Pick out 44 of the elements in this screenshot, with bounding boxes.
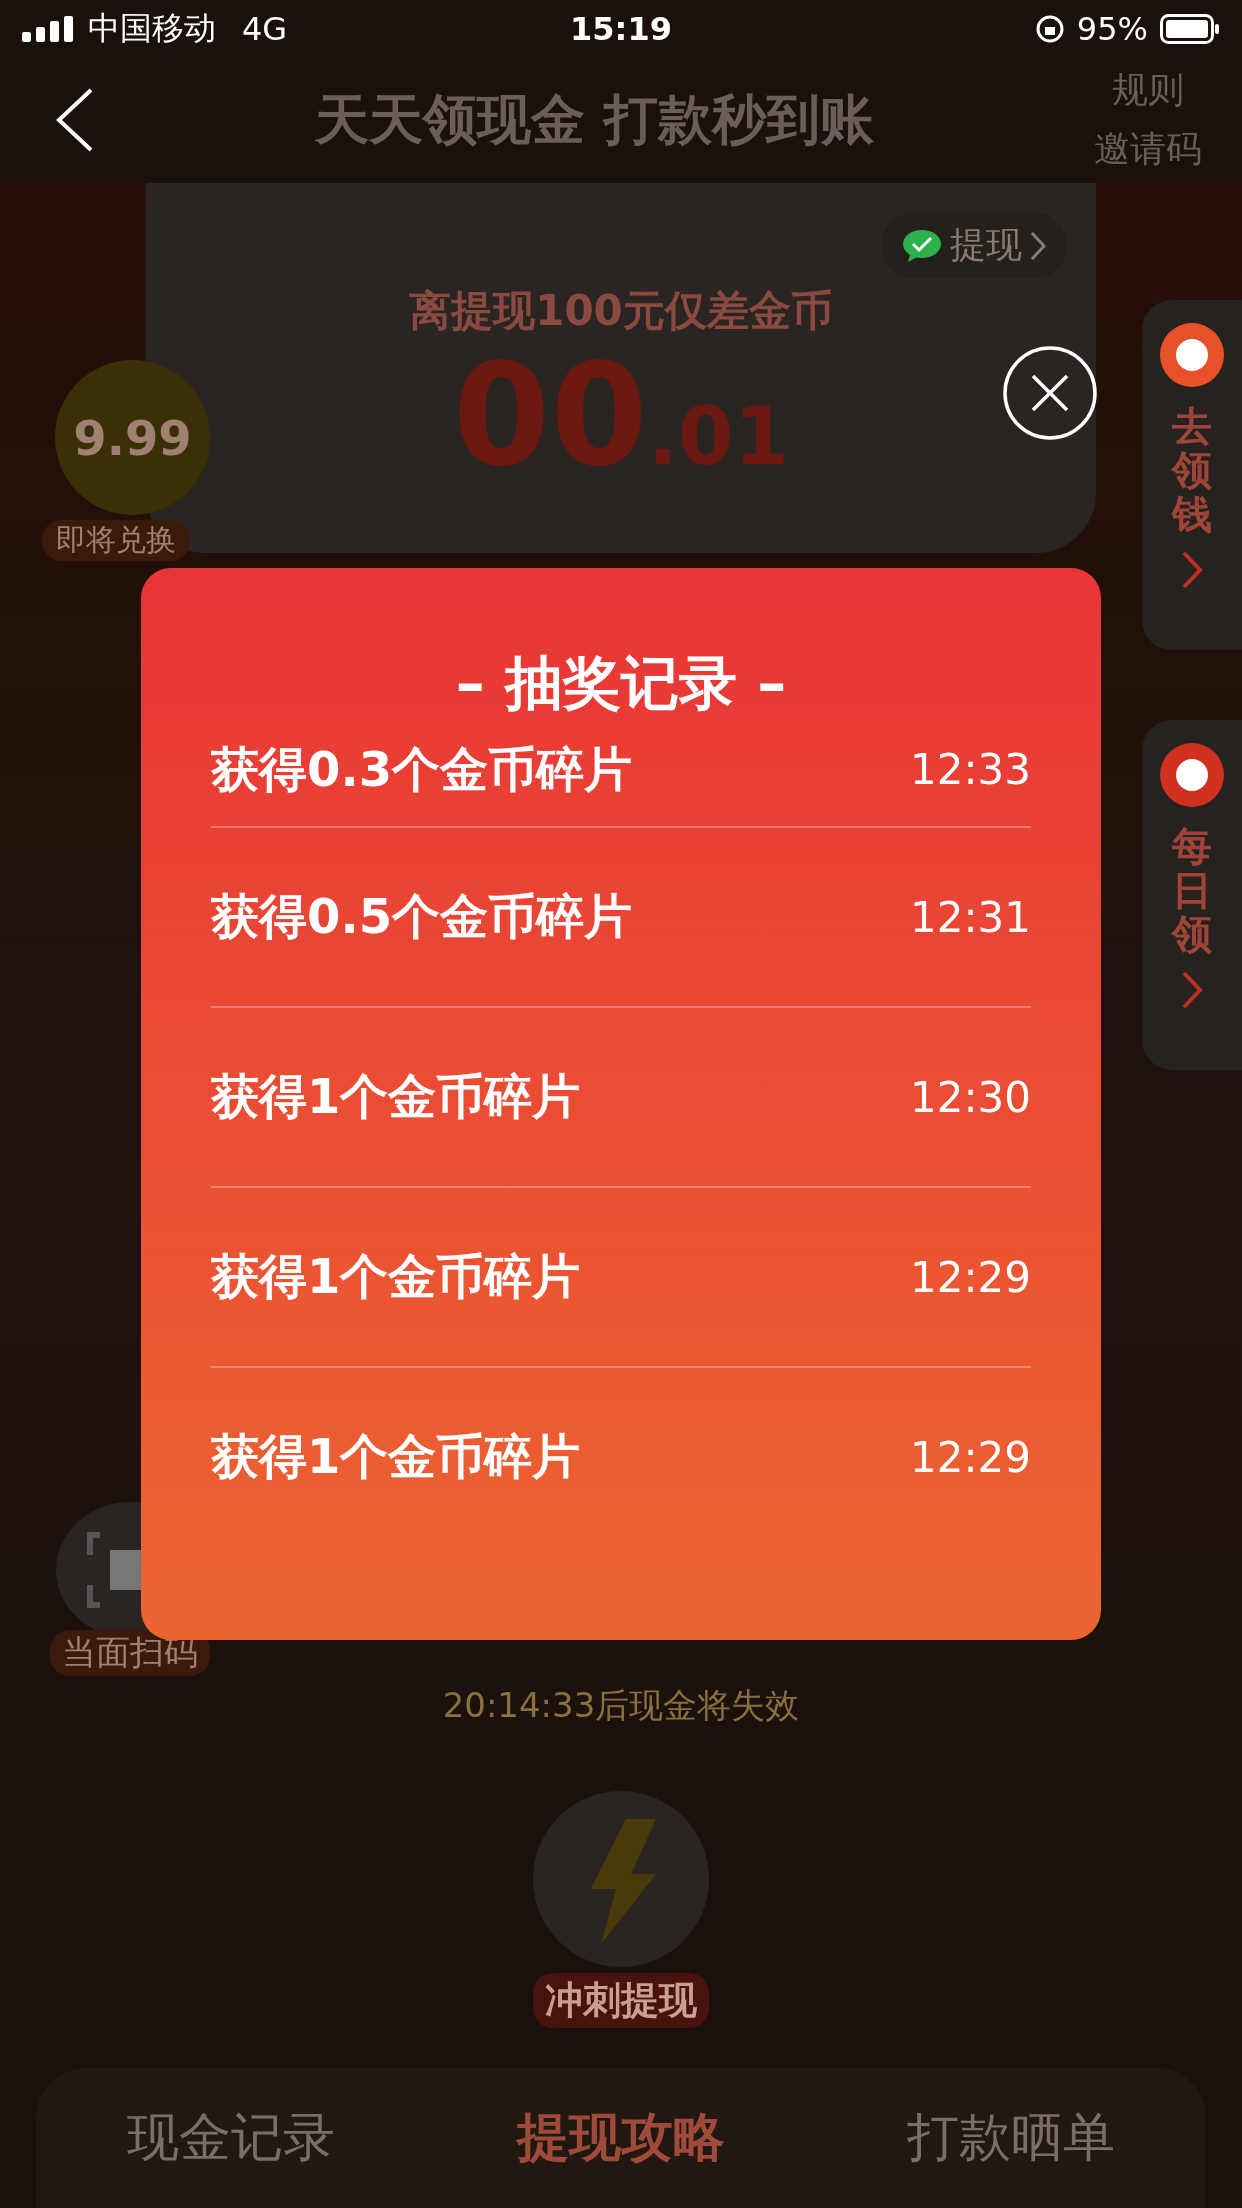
- record-text: 获得0.5个金币碎片: [211, 887, 633, 946]
- record-text: 获得1个金币碎片: [211, 1427, 581, 1486]
- nav-link[interactable]: 规则: [1112, 66, 1184, 116]
- amount-decimal: .01: [647, 390, 790, 483]
- side-tab[interactable]: 每日领: [1142, 720, 1242, 1070]
- side-tab-icon: [1157, 740, 1227, 810]
- side-tab[interactable]: 去领钱: [1142, 300, 1242, 650]
- carrier: 中国移动: [88, 7, 216, 49]
- countdown-text: 20:14:33后现金将失效: [442, 1684, 800, 1727]
- close-icon[interactable]: [1002, 345, 1098, 441]
- battery-percent: 95%: [1076, 9, 1148, 48]
- back-icon[interactable]: [55, 87, 95, 154]
- battery-icon: [1160, 13, 1220, 44]
- network-type: 4G: [242, 9, 288, 48]
- withdraw-button[interactable]: 提现: [882, 213, 1066, 278]
- bottom-tab[interactable]: 打款晒单: [907, 2103, 1115, 2173]
- amount-integer: 00: [452, 339, 648, 493]
- record-time: 12:29: [909, 1252, 1031, 1302]
- bottom-tab[interactable]: 现金记录: [127, 2103, 335, 2173]
- coin-label: 即将兑换: [42, 520, 190, 561]
- record-time: 12:31: [909, 892, 1031, 942]
- page-title: 天天领现金 打款秒到账: [313, 86, 875, 153]
- record-text: 获得1个金币碎片: [211, 1247, 581, 1306]
- record-text: 获得1个金币碎片: [211, 1067, 581, 1126]
- signal-icon: [22, 15, 76, 42]
- side-tab-label: 每日领: [1172, 824, 1212, 956]
- withdraw-caption: 离提现100元仅差金币: [409, 285, 833, 337]
- chat-bubble-icon: [902, 228, 942, 263]
- chevron-icon: [1181, 550, 1203, 590]
- rotation-lock-icon: [1034, 13, 1065, 44]
- chevron-icon: [1181, 970, 1203, 1010]
- clock: 15:19: [570, 9, 672, 48]
- side-tab-icon: [1157, 320, 1227, 390]
- record-time: 12:30: [909, 1072, 1031, 1122]
- side-tab-label: 去领钱: [1172, 404, 1212, 536]
- dialog-title: – 抽奖记录 –: [455, 653, 787, 713]
- bottom-tab[interactable]: 提现攻略: [517, 2103, 725, 2173]
- coin-value: 9.99: [73, 409, 192, 466]
- nav-link[interactable]: 邀请码: [1094, 125, 1202, 175]
- record-time: 12:33: [909, 745, 1031, 794]
- chevron-icon: [1030, 230, 1046, 261]
- record-text: 获得0.3个金币碎片: [211, 739, 633, 799]
- record-time: 12:29: [909, 1432, 1031, 1482]
- sprint-label[interactable]: 冲刺提现: [533, 1973, 709, 2028]
